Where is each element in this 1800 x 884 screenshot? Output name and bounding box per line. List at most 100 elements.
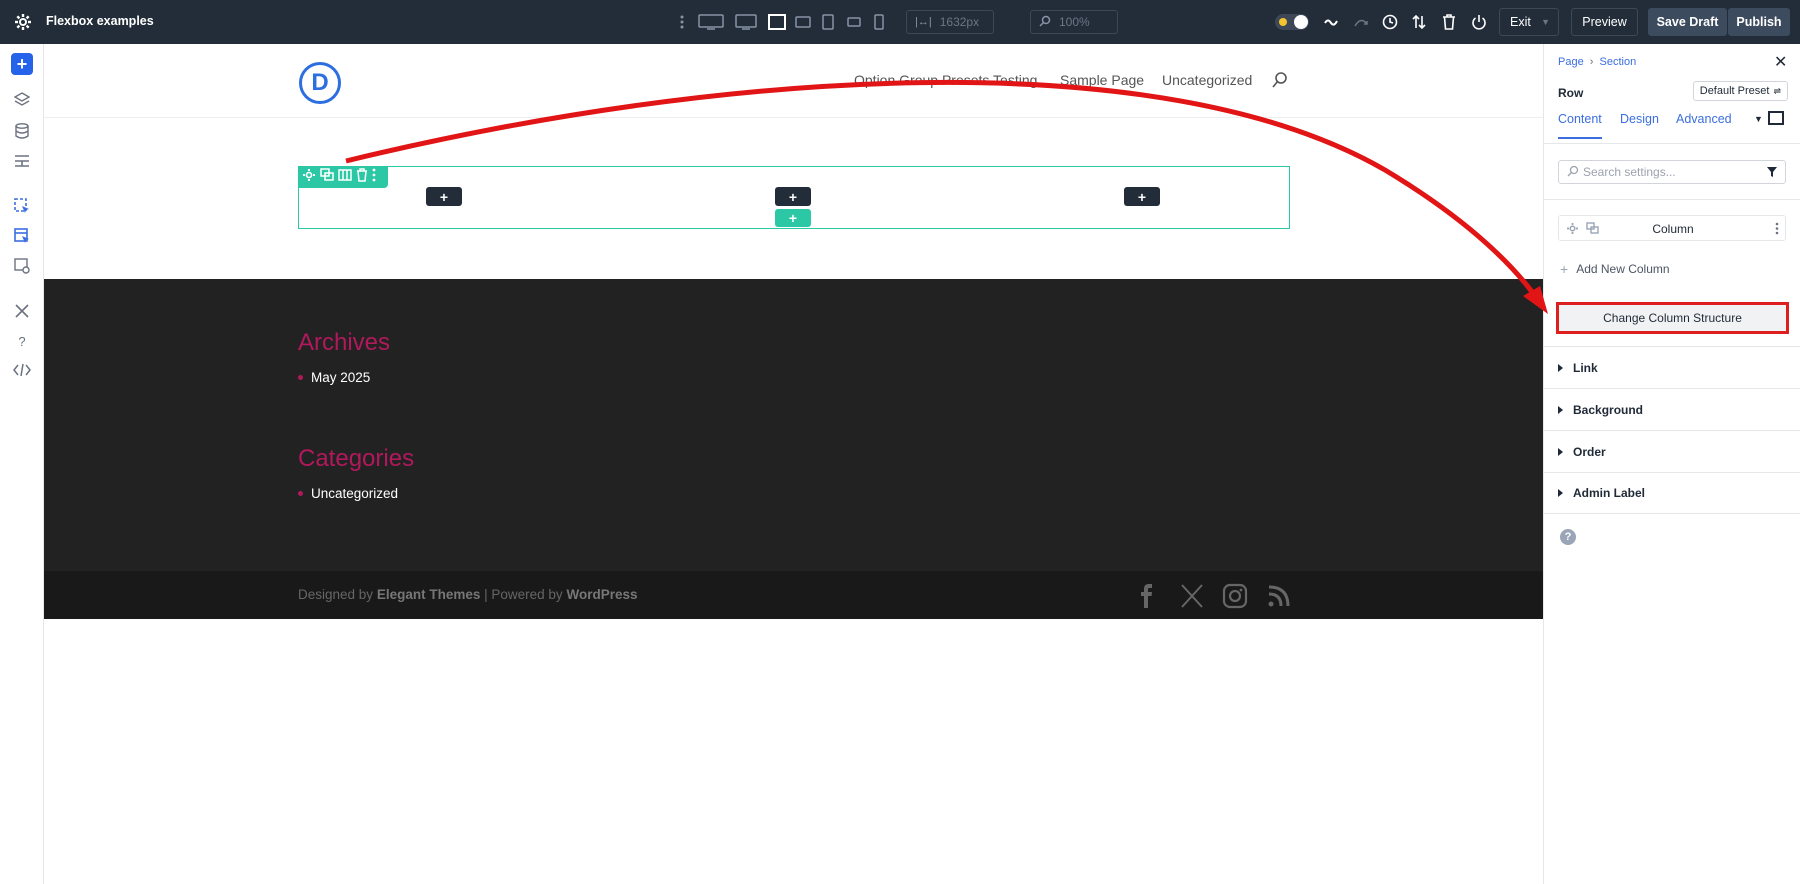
row-toolbar xyxy=(298,166,388,188)
section-admin-label[interactable]: Admin Label xyxy=(1544,472,1800,514)
theme-toggle[interactable] xyxy=(1274,12,1310,32)
tabs-dropdown-icon[interactable]: ▼ xyxy=(1754,114,1763,124)
sort-icon[interactable] xyxy=(1410,12,1428,32)
bullet-icon xyxy=(298,491,303,496)
tab-content[interactable]: Content xyxy=(1558,112,1602,139)
layout-settings-icon[interactable] xyxy=(11,255,33,277)
column-label: Column xyxy=(1652,222,1694,236)
desktop-wide-icon[interactable] xyxy=(698,12,724,32)
bullet-icon xyxy=(298,375,303,380)
add-new-column-button[interactable]: + Add New Column xyxy=(1560,261,1670,277)
settings-search-input[interactable]: Search settings... xyxy=(1558,160,1786,184)
preview-button[interactable]: Preview xyxy=(1571,8,1638,36)
settings-gear-icon[interactable] xyxy=(13,12,33,32)
caret-right-icon xyxy=(1558,405,1563,414)
help-question-icon[interactable]: ? xyxy=(11,330,33,352)
exit-button[interactable]: Exit ▼ xyxy=(1499,8,1559,36)
tools-icon[interactable] xyxy=(11,300,33,322)
width-arrows-icon: |↔| xyxy=(915,16,932,28)
view-mode-icon[interactable] xyxy=(1768,111,1784,125)
add-icon[interactable]: + xyxy=(11,53,33,75)
save-draft-button[interactable]: Save Draft xyxy=(1648,8,1727,36)
nav-link-uncategorized[interactable]: Uncategorized xyxy=(1162,72,1252,88)
layout-rows-icon[interactable] xyxy=(11,150,33,172)
rss-icon[interactable] xyxy=(1266,583,1292,609)
close-icon[interactable]: ✕ xyxy=(1774,55,1788,71)
row-settings-icon[interactable] xyxy=(302,168,316,187)
breadcrumb-page[interactable]: Page xyxy=(1558,56,1584,68)
change-column-structure-button[interactable]: Change Column Structure xyxy=(1556,302,1789,334)
laptop-icon[interactable] xyxy=(768,12,786,32)
add-row-button[interactable]: + xyxy=(775,209,811,227)
more-vertical-icon[interactable] xyxy=(678,12,686,32)
trash-icon[interactable] xyxy=(1440,12,1458,32)
row-duplicate-icon[interactable] xyxy=(320,167,334,187)
x-twitter-icon[interactable] xyxy=(1179,583,1205,609)
instagram-icon[interactable] xyxy=(1222,583,1248,609)
search-divider xyxy=(1544,199,1800,200)
footer-credits: Designed by Elegant Themes | Powered by … xyxy=(298,587,637,602)
facebook-icon[interactable] xyxy=(1134,583,1160,609)
layers-icon[interactable] xyxy=(11,89,33,111)
column-more-icon[interactable] xyxy=(1775,222,1779,238)
credits-brand-link[interactable]: Elegant Themes xyxy=(377,587,481,602)
caret-right-icon xyxy=(1558,489,1563,497)
publish-button[interactable]: Publish xyxy=(1728,8,1790,36)
sliders-icon: ⇌ xyxy=(1773,85,1781,96)
page-cursor-icon[interactable] xyxy=(11,195,33,217)
row-more-icon[interactable] xyxy=(372,168,376,187)
site-logo[interactable]: D xyxy=(299,62,341,104)
history-icon[interactable] xyxy=(1381,12,1399,32)
nav-link-sample-page[interactable]: Sample Page xyxy=(1060,72,1144,88)
site-search-icon[interactable] xyxy=(1272,71,1288,94)
phone-landscape-icon[interactable] xyxy=(847,12,861,32)
footer-bottom-bar: Designed by Elegant Themes | Powered by … xyxy=(44,571,1543,619)
add-module-button[interactable]: + xyxy=(775,187,811,206)
categories-title: Categories xyxy=(298,445,415,472)
section-order[interactable]: Order xyxy=(1544,430,1800,472)
add-module-button[interactable]: + xyxy=(1124,187,1160,206)
archives-link[interactable]: May 2025 xyxy=(311,370,370,385)
site-footer: Archives May 2025 Categories Uncategoriz… xyxy=(44,279,1543,571)
breadcrumb-section[interactable]: Section xyxy=(1600,56,1637,68)
row-columns-icon[interactable] xyxy=(338,168,352,187)
help-icon[interactable]: ? xyxy=(1560,529,1576,545)
tablet-portrait-icon[interactable] xyxy=(822,12,834,32)
template-cursor-icon[interactable] xyxy=(11,225,33,247)
left-sidebar: + ? xyxy=(0,44,44,884)
credits-wordpress-link[interactable]: WordPress xyxy=(566,587,637,602)
panel-title: Row xyxy=(1558,86,1584,100)
tab-advanced[interactable]: Advanced xyxy=(1676,112,1732,126)
code-icon[interactable] xyxy=(11,359,33,381)
section-link[interactable]: Link xyxy=(1544,346,1800,388)
width-field[interactable]: |↔| 1632px xyxy=(906,10,994,34)
credits-mid: | Powered by xyxy=(484,587,563,602)
chevron-down-icon: ▼ xyxy=(1541,17,1550,27)
power-icon[interactable] xyxy=(1470,12,1488,32)
archives-list-item[interactable]: May 2025 xyxy=(298,370,370,385)
top-toolbar: Flexbox examples |↔| 1632px 100% Exit ▼ … xyxy=(0,0,1800,44)
breadcrumb-separator-icon: › xyxy=(1589,56,1594,68)
phone-portrait-icon[interactable] xyxy=(874,12,884,32)
plus-icon: + xyxy=(1560,261,1569,277)
tablet-landscape-icon[interactable] xyxy=(795,12,811,32)
add-module-button[interactable]: + xyxy=(426,187,462,206)
section-background[interactable]: Background xyxy=(1544,388,1800,430)
column-item[interactable]: Column xyxy=(1558,215,1786,241)
selected-row[interactable]: + + + + xyxy=(298,166,1290,229)
tab-design[interactable]: Design xyxy=(1620,112,1659,126)
redo-icon[interactable] xyxy=(1352,12,1370,32)
search-placeholder: Search settings... xyxy=(1583,165,1676,179)
zoom-field[interactable]: 100% xyxy=(1030,10,1118,34)
row-delete-icon[interactable] xyxy=(356,167,368,187)
preset-selector[interactable]: Default Preset ⇌ xyxy=(1692,81,1788,101)
filter-icon[interactable] xyxy=(1766,166,1778,181)
categories-list-item[interactable]: Uncategorized xyxy=(298,486,398,501)
categories-link[interactable]: Uncategorized xyxy=(311,486,398,501)
undo-icon[interactable] xyxy=(1322,12,1340,32)
desktop-icon[interactable] xyxy=(735,12,757,32)
exit-label: Exit xyxy=(1510,15,1531,29)
nav-link-option-group-presets[interactable]: Option Group Presets Testing xyxy=(854,72,1037,88)
database-icon[interactable] xyxy=(11,120,33,142)
preset-label: Default Preset xyxy=(1699,85,1770,97)
